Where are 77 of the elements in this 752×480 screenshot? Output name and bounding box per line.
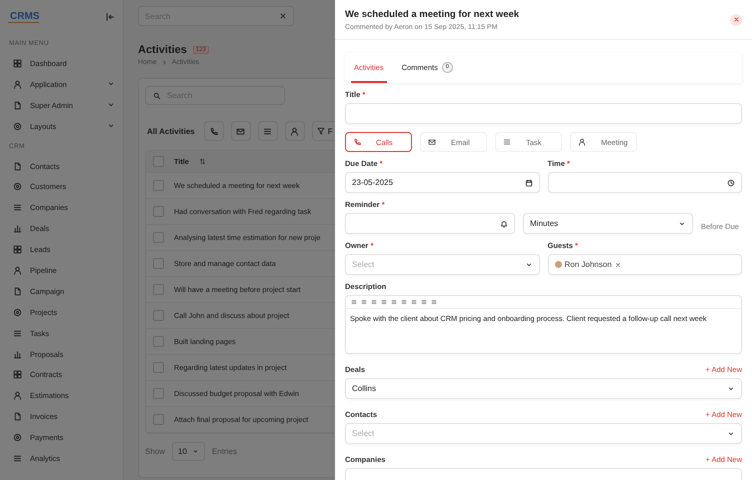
document-icon xyxy=(13,286,22,296)
filter-button[interactable] xyxy=(204,121,224,141)
time-field[interactable] xyxy=(548,172,742,193)
date-field[interactable]: 23-05-2025 xyxy=(345,172,540,193)
avatar xyxy=(554,261,562,268)
select-field[interactable]: Select xyxy=(345,423,742,444)
bell-icon xyxy=(500,220,508,228)
circle-icon xyxy=(13,308,22,317)
select-field[interactable]: Select xyxy=(345,254,540,275)
bar-chart-icon xyxy=(13,350,22,359)
chevron-icon xyxy=(678,220,686,228)
format-icon[interactable] xyxy=(401,299,407,305)
envelope-icon xyxy=(236,126,246,136)
chevron-icon xyxy=(727,430,735,438)
chevron-icon xyxy=(524,260,532,268)
select-field[interactable] xyxy=(345,468,742,480)
logo[interactable]: CRMS xyxy=(8,11,40,23)
chevron-icon xyxy=(160,59,168,66)
guest-name: Ron Johnson xyxy=(564,260,612,269)
filter-button[interactable] xyxy=(284,121,305,141)
person-icon xyxy=(290,126,300,136)
format-icon[interactable] xyxy=(421,299,427,305)
envelope-icon xyxy=(428,138,436,146)
person-icon xyxy=(13,266,22,275)
format-icon[interactable] xyxy=(361,299,367,305)
document-icon xyxy=(13,162,22,170)
document-icon xyxy=(13,412,22,422)
list-icon xyxy=(13,203,22,212)
document-icon xyxy=(13,100,22,110)
clock-icon xyxy=(727,178,735,186)
list-icon xyxy=(13,454,22,463)
entries-label: Entries xyxy=(212,447,237,456)
remove-icon[interactable] xyxy=(614,262,621,268)
select-field[interactable]: Collins xyxy=(345,378,742,399)
grid-icon xyxy=(13,370,22,380)
format-icon[interactable] xyxy=(391,299,397,305)
select-field[interactable]: Minutes xyxy=(523,213,693,234)
page-title: Activities xyxy=(138,44,187,56)
show-label: Show xyxy=(145,447,166,456)
phone-icon xyxy=(353,138,361,146)
search-icon xyxy=(153,92,161,100)
close-icon xyxy=(732,16,740,23)
sort-icon[interactable] xyxy=(198,158,206,165)
list-icon xyxy=(263,126,272,136)
circle-icon xyxy=(13,433,22,442)
circle-icon xyxy=(13,122,22,131)
page-size-select[interactable]: 10 xyxy=(172,442,205,461)
list-icon xyxy=(503,138,511,146)
funnel-icon xyxy=(316,127,325,135)
phone-icon xyxy=(209,126,218,136)
person-icon xyxy=(578,138,586,146)
bar-chart-icon xyxy=(13,224,22,234)
grid-icon xyxy=(13,245,22,254)
drawer-title: We scheduled a meeting for next week xyxy=(345,8,520,20)
circle-icon xyxy=(13,182,22,192)
format-icon[interactable] xyxy=(351,299,357,305)
grid-icon xyxy=(13,58,22,68)
chevron-icon xyxy=(192,448,199,455)
filter-button[interactable] xyxy=(258,121,278,141)
collapse-icon[interactable] xyxy=(105,12,115,22)
person-icon xyxy=(13,391,22,400)
calendar-icon xyxy=(524,178,532,186)
format-icon[interactable] xyxy=(381,299,387,305)
filter-button[interactable] xyxy=(230,121,251,141)
input-field[interactable] xyxy=(345,213,515,234)
format-icon[interactable] xyxy=(431,299,437,305)
format-icon[interactable] xyxy=(371,299,377,305)
list-heading: All Activities xyxy=(147,126,195,136)
format-icon[interactable] xyxy=(411,299,417,305)
chevron-icon xyxy=(727,384,735,392)
tag-field[interactable]: Ron Johnson xyxy=(548,254,742,275)
close-button[interactable] xyxy=(730,14,742,26)
input-field[interactable] xyxy=(345,103,742,124)
list-icon xyxy=(13,328,22,338)
close-icon xyxy=(279,12,287,20)
person-icon xyxy=(13,80,22,89)
filter-button[interactable]: F xyxy=(312,121,338,141)
